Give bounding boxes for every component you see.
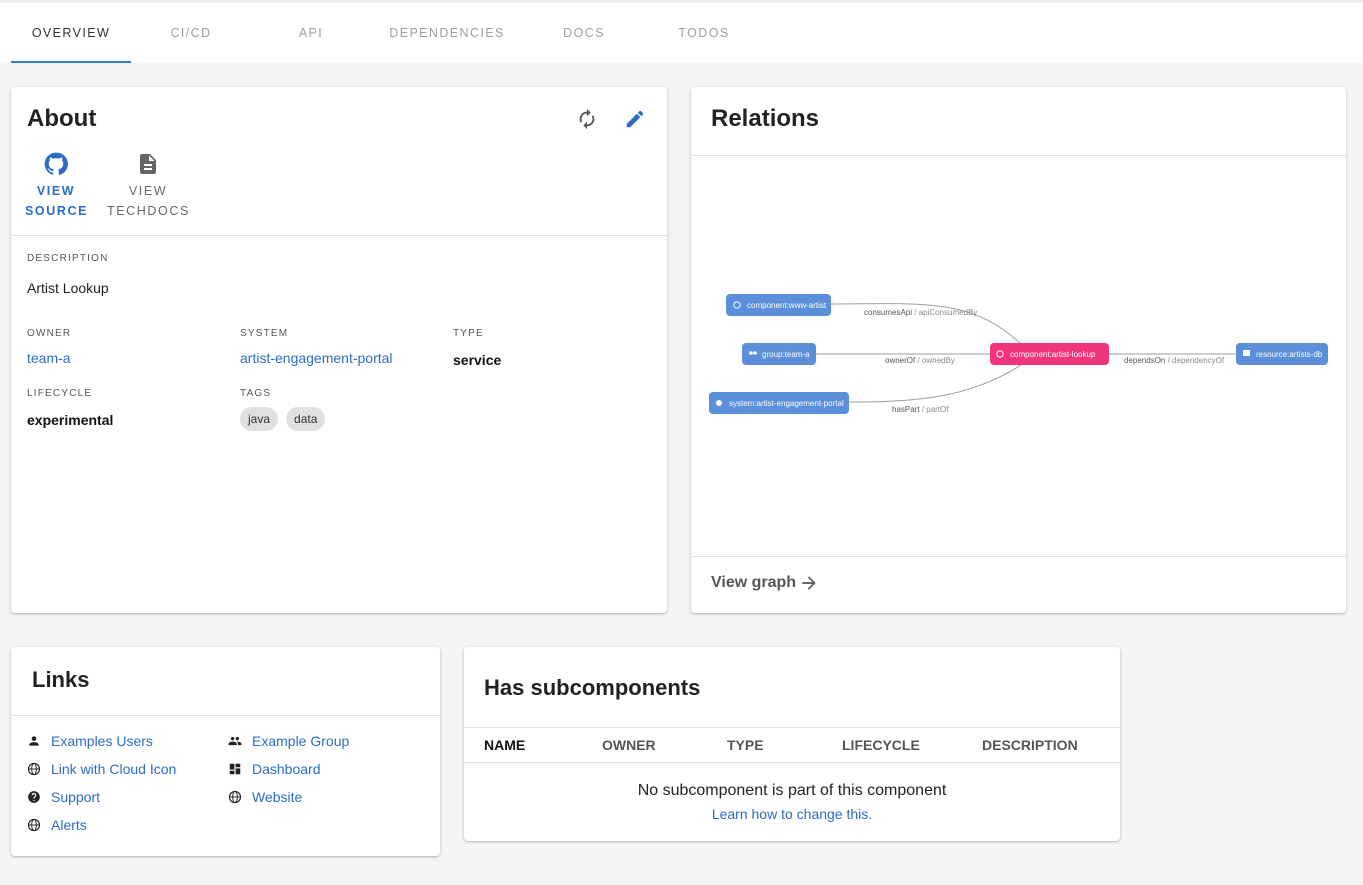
svg-text:component:artist-lookup: component:artist-lookup [1010, 350, 1096, 359]
edit-icon [626, 110, 644, 128]
edit-button[interactable] [620, 104, 650, 134]
edge-label-depends: dependsOn / dependencyOf [1124, 356, 1225, 365]
person-icon [29, 736, 39, 746]
view-graph-label: View graph [711, 574, 797, 591]
active-tab-indicator [11, 61, 131, 63]
node-artists-db[interactable]: resource:artists-db [1236, 343, 1328, 365]
dashboard-icon [229, 763, 241, 775]
type-label: TYPE [453, 328, 484, 339]
owner-label: OWNER [27, 328, 72, 339]
relations-card: Relations consumesApi / apiConsumedBy ow… [691, 87, 1346, 613]
link-label: Dashboard [252, 761, 321, 777]
lifecycle-label: LIFECYCLE [27, 388, 93, 399]
subcomponents-title: Has subcomponents [484, 675, 701, 700]
description-label: DESCRIPTION [27, 253, 109, 264]
node-artist-lookup[interactable]: component:artist-lookup [990, 343, 1109, 365]
system-link[interactable]: artist-engagement-portal [240, 350, 393, 366]
view-source-label-1: VIEW [36, 184, 76, 198]
description-value: Artist Lookup [27, 280, 109, 296]
node-system[interactable]: system:artist-engagement-portal [709, 392, 849, 414]
svg-text:resource:artists-db: resource:artists-db [1256, 350, 1323, 359]
tab-dependencies[interactable]: DEPENDENCIES [387, 3, 507, 63]
arrow-right-icon [802, 576, 816, 590]
about-card: About VIEW SOURCE VIEW TECHDOCS DESCRIPT… [11, 87, 667, 613]
link-example-group[interactable]: Example Group [228, 733, 349, 749]
svg-text:system:artist-engagement-porta: system:artist-engagement-portal [729, 399, 844, 408]
column-header-type[interactable]: TYPE [727, 737, 764, 753]
view-source-link[interactable]: VIEW SOURCE [25, 151, 87, 221]
link-label: Example Group [252, 733, 350, 749]
tab-todos[interactable]: TODOS [644, 3, 764, 63]
view-source-label-2: SOURCE [25, 204, 89, 218]
edge-label-owner: ownerOf / ownedBy [885, 356, 955, 365]
link-cloud-icon[interactable]: Link with Cloud Icon [27, 761, 176, 777]
link-dashboard[interactable]: Dashboard [228, 761, 321, 777]
subcomponents-divider [464, 727, 1120, 728]
globe-icon [27, 762, 41, 776]
empty-state-text: No subcomponent is part of this componen… [637, 782, 947, 799]
tags-list: java data [240, 407, 333, 431]
column-header-lifecycle[interactable]: LIFECYCLE [842, 737, 920, 753]
link-website[interactable]: Website [228, 789, 302, 805]
node-www-artist[interactable]: component:www-artist [726, 294, 831, 316]
column-header-description[interactable]: DESCRIPTION [982, 737, 1078, 753]
column-header-owner[interactable]: OWNER [602, 737, 656, 753]
relations-graph: consumesApi / apiConsumedBy ownerOf / ow… [709, 294, 1328, 414]
svg-text:component:www-artist: component:www-artist [747, 301, 827, 310]
about-divider [11, 235, 667, 236]
type-value: service [453, 352, 502, 368]
link-label: Alerts [51, 817, 87, 833]
github-icon [44, 152, 68, 175]
node-group-team-a[interactable]: group:team-a [742, 343, 816, 365]
tab-overview[interactable]: OVERVIEW [11, 3, 131, 63]
document-icon [140, 154, 156, 174]
learn-more-container: Learn how to change this. [464, 806, 1120, 822]
link-label: Website [252, 789, 303, 805]
owner-link[interactable]: team-a [27, 350, 71, 366]
subcomponents-card: Has subcomponents NAME OWNER TYPE LIFECY… [464, 647, 1120, 841]
column-header-name[interactable]: NAME [484, 737, 525, 753]
link-label: Support [51, 789, 101, 805]
learn-more-link[interactable]: Learn how to change this. [712, 806, 872, 822]
link-support[interactable]: Support [27, 789, 100, 805]
refresh-icon [579, 108, 595, 130]
tab-docs[interactable]: DOCS [524, 3, 644, 63]
tab-bar: OVERVIEW CI/CD API DEPENDENCIES DOCS TOD… [0, 0, 1363, 63]
edge-label-consumes: consumesApi / apiConsumedBy [864, 308, 977, 317]
lifecycle-value: experimental [27, 412, 114, 428]
group-icon [228, 736, 242, 746]
links-title: Links [32, 667, 90, 692]
link-examples-users[interactable]: Examples Users [27, 733, 153, 749]
link-label: Link with Cloud Icon [51, 761, 177, 777]
system-label: SYSTEM [240, 328, 289, 339]
refresh-button[interactable] [572, 104, 602, 134]
tag-chip: data [286, 407, 326, 431]
link-alerts[interactable]: Alerts [27, 817, 87, 833]
tag-chip: java [240, 407, 279, 431]
tab-api[interactable]: API [251, 3, 371, 63]
about-title: About [27, 105, 97, 132]
edge-label-haspart: hasPart / partOf [892, 405, 949, 414]
view-techdocs-link[interactable]: VIEW TECHDOCS [107, 151, 189, 221]
view-techdocs-label-1: VIEW [128, 184, 168, 198]
tab-cicd[interactable]: CI/CD [131, 3, 251, 63]
edge-haspart [848, 364, 1022, 403]
svg-text:group:team-a: group:team-a [762, 350, 810, 359]
view-techdocs-label-2: TECHDOCS [107, 204, 190, 218]
tags-label: TAGS [240, 388, 272, 399]
globe-icon [27, 818, 41, 832]
help-icon [28, 791, 40, 803]
view-graph-link[interactable]: View graph [711, 573, 819, 593]
relations-bottom-divider [691, 556, 1346, 557]
links-card: Links Examples Users Example Group Link … [11, 647, 440, 856]
link-label: Examples Users [51, 733, 153, 749]
table-header-divider [464, 762, 1120, 763]
globe-icon [228, 790, 242, 804]
links-divider [11, 715, 440, 716]
